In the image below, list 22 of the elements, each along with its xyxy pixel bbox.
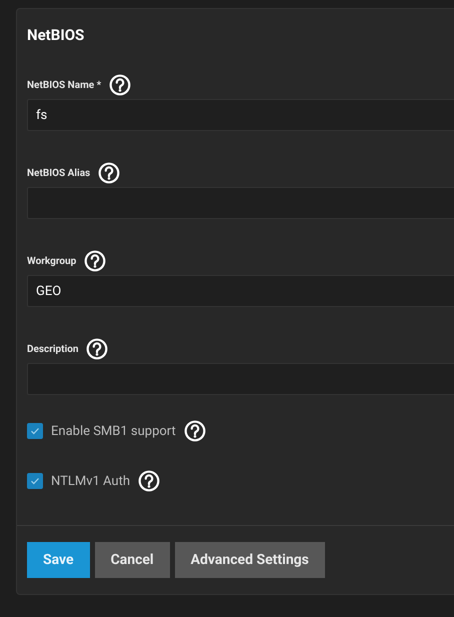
checkbox-label: Enable SMB1 support (51, 424, 176, 438)
help-icon[interactable] (98, 162, 120, 184)
secondary-button[interactable]: Advanced Settings (174, 542, 325, 578)
text-field[interactable]: GEO (27, 275, 454, 307)
field-label: Workgroup (27, 256, 76, 266)
checkbox-label: NTLMv1 Auth (51, 474, 130, 488)
check-icon (30, 476, 40, 486)
primary-button[interactable]: Save (27, 542, 90, 578)
secondary-button[interactable]: Cancel (94, 542, 170, 578)
checkbox[interactable] (27, 423, 43, 439)
checkbox[interactable] (27, 473, 43, 489)
help-icon[interactable] (86, 338, 108, 360)
help-icon[interactable] (184, 420, 206, 442)
field-label: NetBIOS Alias (27, 168, 90, 178)
help-icon[interactable] (138, 470, 160, 492)
card-title: NetBIOS (27, 25, 84, 45)
text-field[interactable]: fs (27, 99, 454, 131)
help-icon[interactable] (84, 250, 106, 272)
field-label: NetBIOS Name * (27, 80, 102, 90)
check-icon (30, 426, 40, 436)
help-icon[interactable] (109, 74, 132, 96)
field-label: Description (27, 344, 78, 354)
